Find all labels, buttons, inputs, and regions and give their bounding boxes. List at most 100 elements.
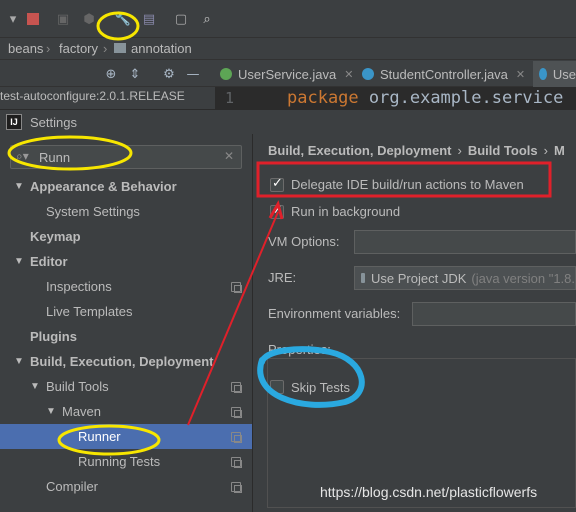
editor-tab-bar: ⊕ ⇕ ⚙ — UserService.java ✕ StudentContro… [0,61,576,87]
tree-item-runner[interactable]: Runner [0,424,252,449]
tree-item-live-templates[interactable]: Live Templates [0,299,252,324]
expanded-arrow-icon[interactable]: ▼ [14,256,24,267]
project-tree-line[interactable]: test-autoconfigure:2.0.1.RELEASE [0,89,215,109]
expanded-arrow-icon[interactable]: ▼ [14,356,24,367]
tree-item-build-tools[interactable]: ▼ Build Tools [0,374,252,399]
expanded-arrow-icon[interactable]: ▼ [14,181,24,192]
class-icon [539,68,547,80]
breadcrumb-separator: › [103,41,108,56]
terminal-icon[interactable]: ▢ [172,10,190,28]
tree-label: Running Tests [78,454,161,469]
tree-item-compiler[interactable]: Compiler [0,474,252,499]
collapse-icon[interactable]: ⇕ [126,65,144,83]
close-icon[interactable]: ✕ [344,68,353,81]
close-icon[interactable]: ✕ [516,68,525,81]
env-variables-input[interactable] [412,302,576,326]
project-level-icon [231,406,242,418]
tree-item-system-settings[interactable]: System Settings [0,199,252,224]
project-level-icon [231,481,242,493]
code-editor[interactable]: 1 package org.example.service [215,87,576,109]
tree-label: Runner [78,429,121,444]
project-level-icon [231,281,242,293]
tree-label: Plugins [30,329,77,344]
breadcrumb-separator: › [457,143,462,158]
attach-debugger-icon[interactable]: ▣ [54,10,72,28]
breadcrumb-part: M [553,143,565,158]
keyword: package [287,88,359,108]
jre-value: Use Project JDK [371,270,467,286]
skip-tests-label[interactable]: Skip Tests [291,380,350,395]
search-input[interactable] [39,148,219,166]
run-in-background-checkbox[interactable] [270,203,284,219]
watermark-text: https://blog.csdn.net/plasticflowerfs [320,484,538,500]
class-icon [362,68,374,80]
folder-icon [114,43,126,53]
jre-label: JRE: [268,270,297,285]
tree-item-keymap[interactable]: Keymap [0,224,252,249]
coverage-icon[interactable]: ⬢ [80,10,98,28]
project-level-icon [231,381,242,393]
breadcrumb-beans[interactable]: beans [8,41,43,56]
settings-search[interactable]: ⌕▾ ✕ [10,145,242,169]
breadcrumb-separator: › [46,41,51,56]
search-icon[interactable]: ⌕ [198,10,216,28]
tree-item-inspections[interactable]: Inspections [0,274,252,299]
project-level-icon [231,431,242,443]
interface-icon [220,68,232,80]
tab-label: StudentController.java [380,66,508,82]
stop-button[interactable] [24,10,42,28]
clear-icon[interactable]: ✕ [224,149,234,163]
tab-userservice[interactable]: UserService.java ✕ [214,61,354,87]
properties-label: Properties: [268,342,331,357]
main-toolbar: ▾ ▣ ⬢ 🔧 ▤ ▢ ⌕ [0,0,576,38]
project-structure-icon[interactable]: ▤ [140,10,158,28]
tree-label: Build Tools [46,379,109,394]
breadcrumb-part: Build Tools [467,143,538,158]
skip-tests-checkbox[interactable] [270,380,284,394]
dialog-title: Settings [30,114,77,130]
tree-item-editor[interactable]: ▼ Editor [0,249,252,274]
intellij-logo-icon: IJ [6,114,22,130]
dropdown-arrow-icon[interactable]: ▾ [4,10,22,28]
dialog-titlebar: IJ Settings [0,110,576,134]
tree-label: Live Templates [46,304,133,319]
runner-settings-panel: Build, Execution, Deployment › Build Tools… [253,134,576,512]
env-variables-label: Environment variables: [268,306,401,321]
navigation-breadcrumb: beans › factory › annotation [0,38,576,60]
tree-label: Build, Execution, Deployment [30,354,214,369]
package-name: org.example.service [368,88,564,108]
vm-options-input[interactable] [354,230,576,254]
tree-label: Appearance & Behavior [30,179,177,194]
breadcrumb-annotation[interactable]: annotation [131,41,192,56]
gear-icon[interactable]: ⚙ [160,65,178,83]
tab-label: Use [552,66,576,82]
tree-label: Inspections [46,279,112,294]
settings-breadcrumb: Build, Execution, Deployment › Build Tools… [268,143,565,158]
delegate-checkbox[interactable] [270,176,284,192]
breadcrumb-factory[interactable]: factory [59,41,98,56]
search-icon: ⌕▾ [16,149,29,163]
code-line: package org.example.service [287,88,563,108]
tree-item-maven[interactable]: ▼ Maven [0,399,252,424]
hide-icon[interactable]: — [184,65,202,83]
tree-label: Editor [30,254,68,269]
line-number: 1 [225,89,235,107]
tree-label: Compiler [46,479,99,494]
tab-user[interactable]: Use [533,61,576,87]
expanded-arrow-icon[interactable]: ▼ [46,406,56,417]
tree-item-appearance[interactable]: ▼ Appearance & Behavior [0,174,252,199]
target-icon[interactable]: ⊕ [102,65,120,83]
delegate-label[interactable]: Delegate IDE build/run actions to Maven [291,177,524,192]
tree-item-build-execution[interactable]: ▼ Build, Execution, Deployment [0,349,252,374]
tab-label: UserService.java [238,66,337,82]
tree-item-plugins[interactable]: Plugins [0,324,252,349]
tree-label: Keymap [30,229,81,244]
tab-studentcontroller[interactable]: StudentController.java ✕ [356,61,530,87]
run-in-background-label[interactable]: Run in background [291,204,400,219]
jre-select[interactable]: Use Project JDK (java version "1.8. [354,266,576,290]
breadcrumb-separator: › [543,143,548,158]
settings-wrench-icon[interactable]: 🔧 [114,10,132,28]
tree-label: System Settings [46,204,140,219]
expanded-arrow-icon[interactable]: ▼ [30,381,40,392]
tree-item-running-tests[interactable]: Running Tests [0,449,252,474]
